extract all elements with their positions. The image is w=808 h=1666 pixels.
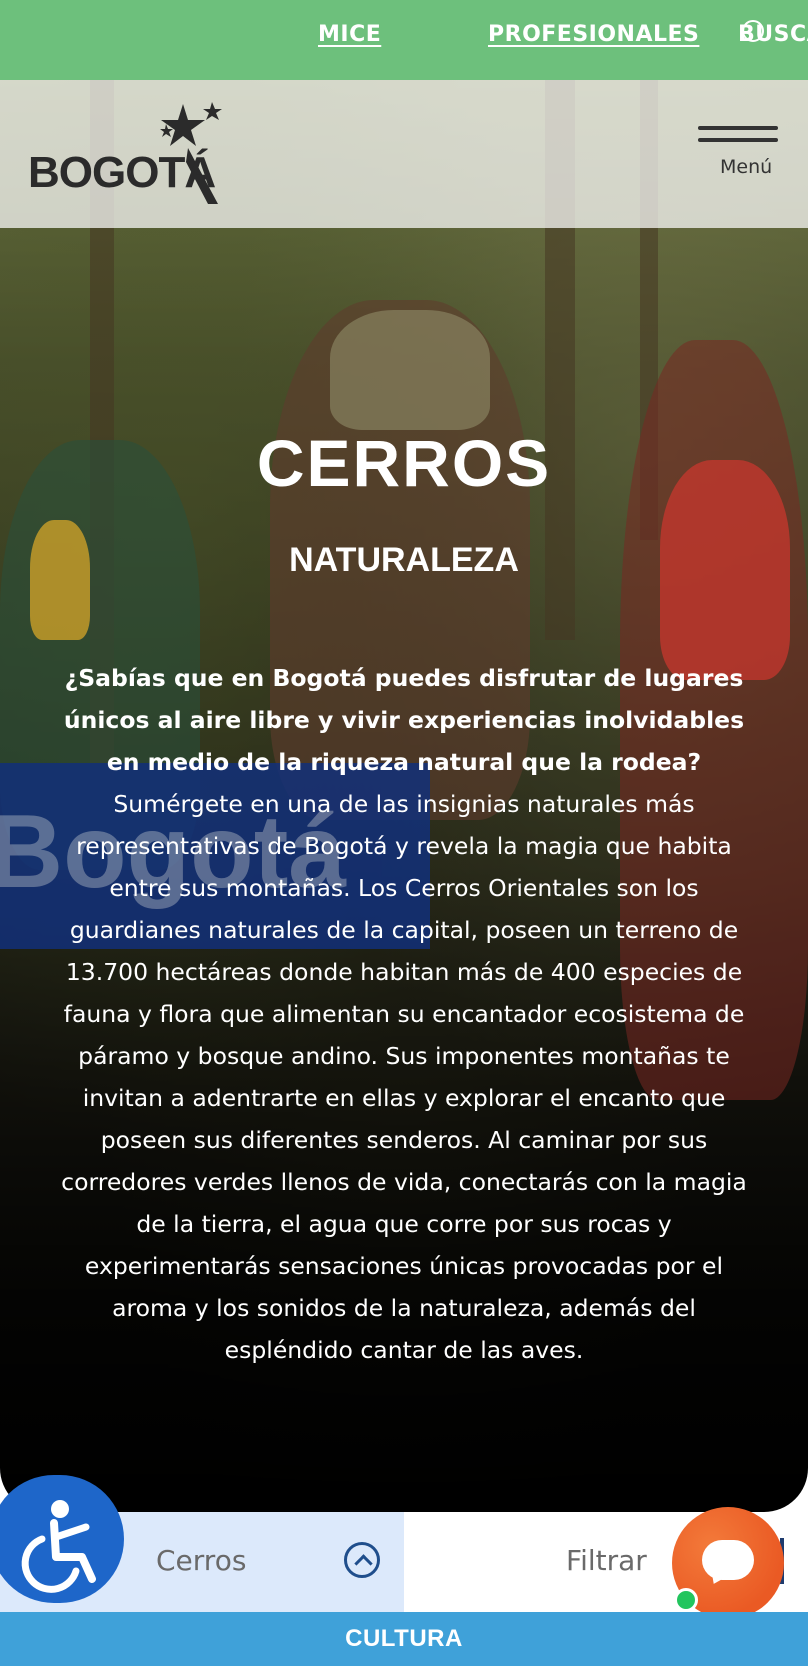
bogota-logo[interactable]: BOGOTÁ [28,100,233,210]
accessibility-button[interactable] [0,1475,124,1603]
menu-button[interactable]: Menú [696,122,780,192]
category-bar-label: CULTURA [345,1625,463,1652]
backpack-figure [330,310,490,430]
description-body: Sumérgete en una de las insignias natura… [61,790,747,1364]
menu-label: Menú [720,156,773,178]
hero-description: ¿Sabías que en Bogotá puedes disfrutar d… [54,657,754,1371]
logo-text: BOGOTÁ [28,148,216,197]
backpack-figure [30,520,90,640]
page-title: CERROS [256,426,552,500]
selected-category: Cerros [156,1544,247,1577]
nav-link-profesionales[interactable]: PROFESIONALES [488,22,699,47]
page-subtitle: NATURALEZA [289,541,519,579]
site-header: BOGOTÁ Menú [0,80,808,228]
category-bar-cultura[interactable]: CULTURA [0,1612,808,1666]
top-navigation-bar: MICE PROFESIONALES BUSCAR [0,0,808,80]
online-status-indicator [674,1588,698,1612]
wheelchair-icon [21,1500,96,1593]
hamburger-icon [698,138,778,142]
nav-link-mice[interactable]: MICE [318,22,381,47]
lead-question: ¿Sabías que en Bogotá puedes disfrutar d… [63,664,745,776]
hamburger-icon [698,126,778,130]
filter-label: Filtrar [566,1544,647,1577]
chevron-up-icon[interactable] [344,1542,380,1578]
search-button[interactable]: BUSCAR [738,22,808,47]
